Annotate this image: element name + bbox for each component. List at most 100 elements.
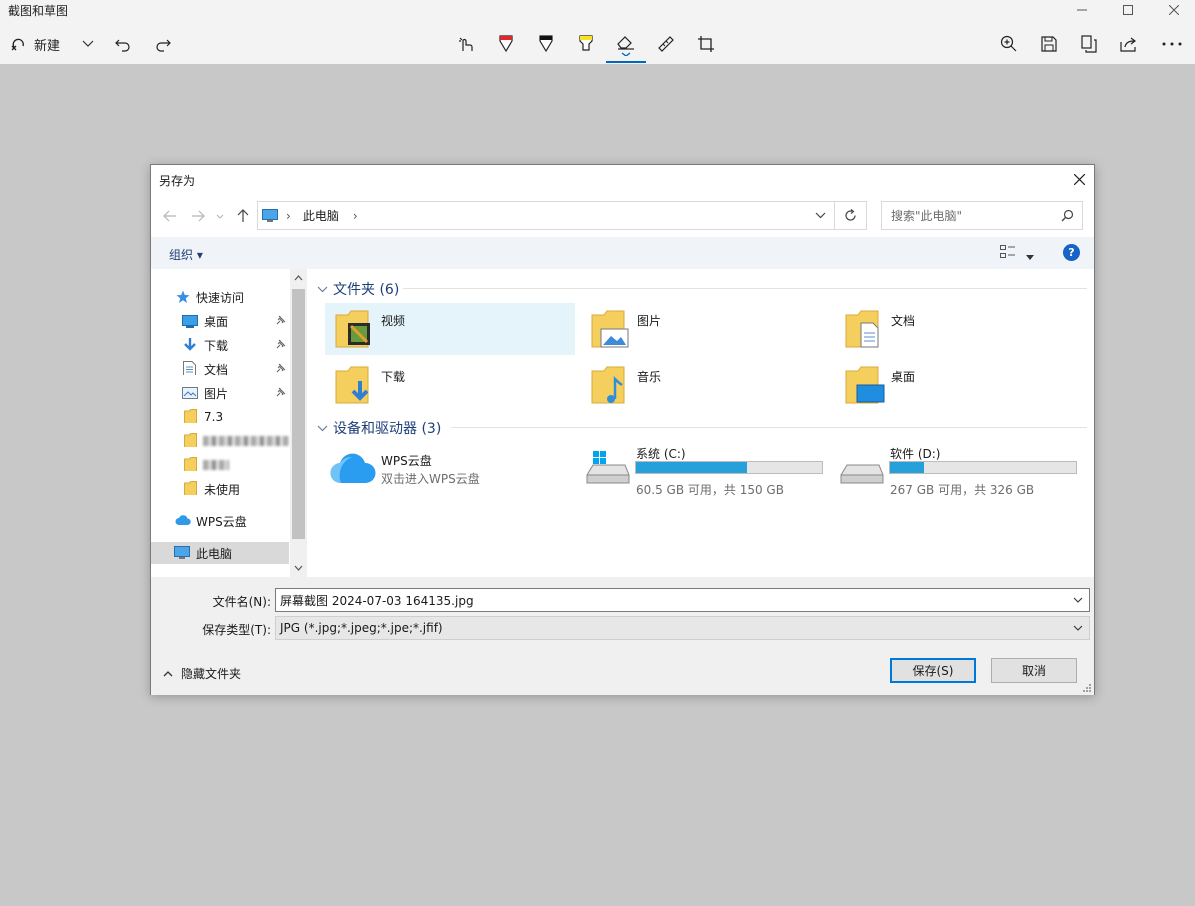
music-folder-icon bbox=[591, 366, 625, 404]
chevron-down-icon bbox=[317, 425, 328, 431]
folder-downloads[interactable]: 下载 bbox=[325, 359, 575, 411]
nav-wps-cloud[interactable]: WPS云盘 bbox=[151, 510, 289, 532]
filename-input[interactable]: 屏幕截图 2024-07-03 164135.jpg bbox=[275, 588, 1090, 612]
share-icon bbox=[1120, 37, 1136, 52]
save-file-button[interactable]: 保存(S) bbox=[890, 658, 976, 683]
folder-videos[interactable]: 视频 bbox=[325, 303, 575, 355]
organize-menu[interactable]: 组织 ▾ bbox=[169, 246, 203, 263]
wps-cloud-subtitle: 双击进入WPS云盘 bbox=[381, 472, 480, 486]
address-history-dropdown[interactable] bbox=[806, 201, 834, 230]
save-button[interactable] bbox=[1039, 30, 1059, 58]
black-pen-icon bbox=[539, 35, 553, 53]
close-icon bbox=[1073, 173, 1085, 185]
chevron-up-icon bbox=[163, 671, 173, 677]
highlighter-icon bbox=[579, 35, 593, 51]
new-options-dropdown[interactable] bbox=[80, 30, 96, 58]
folder-documents[interactable]: 文档 bbox=[835, 303, 1085, 355]
redacted-label bbox=[203, 436, 289, 446]
folder-documents-label: 文档 bbox=[891, 314, 916, 328]
folder-icon bbox=[184, 433, 197, 447]
drive-c-space: 60.5 GB 可用，共 150 GB bbox=[636, 483, 784, 497]
copy-button[interactable] bbox=[1079, 30, 1099, 58]
recent-locations-button[interactable] bbox=[215, 207, 225, 225]
breadcrumb-this-pc[interactable]: 此电脑 bbox=[303, 207, 339, 224]
chevron-down-icon bbox=[216, 214, 224, 219]
app-title: 截图和草图 bbox=[8, 4, 69, 18]
filetype-dropdown[interactable] bbox=[1069, 619, 1087, 637]
highlighter-button[interactable] bbox=[576, 30, 596, 58]
minimize-button[interactable] bbox=[1059, 0, 1105, 20]
undo-icon bbox=[115, 39, 130, 52]
save-footer: 文件名(N): 屏幕截图 2024-07-03 164135.jpg 保存类型(… bbox=[151, 577, 1094, 695]
crop-button[interactable] bbox=[696, 30, 716, 58]
ruler-icon bbox=[658, 36, 674, 52]
filename-dropdown[interactable] bbox=[1069, 591, 1087, 609]
folder-pictures[interactable]: 图片 bbox=[581, 303, 831, 355]
share-button[interactable] bbox=[1119, 30, 1139, 58]
filetype-select[interactable]: JPG (*.jpg;*.jpeg;*.jpe;*.jfif) bbox=[275, 616, 1090, 640]
wps-cloud-drive[interactable]: WPS云盘 双击进入WPS云盘 bbox=[325, 443, 575, 495]
nav-folder-unused[interactable]: 未使用 bbox=[151, 478, 289, 500]
drive-c[interactable]: 系统 (C:) 60.5 GB 可用，共 150 GB bbox=[581, 437, 831, 497]
scrollbar-thumb[interactable] bbox=[292, 289, 305, 539]
ballpoint-pen-button[interactable] bbox=[496, 30, 516, 58]
drive-d[interactable]: 软件 (D:) 267 GB 可用，共 326 GB bbox=[835, 437, 1085, 497]
more-options-button[interactable] bbox=[1160, 30, 1184, 58]
view-options-button[interactable] bbox=[1000, 245, 1016, 262]
redo-icon bbox=[156, 39, 171, 52]
eraser-button[interactable] bbox=[614, 30, 638, 58]
folder-music-label: 音乐 bbox=[637, 370, 662, 384]
address-bar[interactable]: › 此电脑 › bbox=[257, 201, 835, 230]
up-button[interactable] bbox=[234, 207, 252, 225]
help-button[interactable]: ? bbox=[1063, 244, 1080, 261]
forward-button[interactable] bbox=[189, 207, 207, 225]
pictures-folder-icon bbox=[591, 310, 629, 348]
view-details-icon bbox=[1000, 245, 1015, 258]
scroll-down-icon[interactable] bbox=[294, 565, 303, 571]
zoom-button[interactable] bbox=[999, 30, 1019, 58]
close-app-button[interactable] bbox=[1151, 0, 1195, 20]
cancel-button[interactable]: 取消 bbox=[991, 658, 1077, 683]
folders-group-header[interactable]: 文件夹 (6) bbox=[317, 279, 399, 299]
nav-folder-redacted-1[interactable] bbox=[151, 430, 289, 452]
scroll-up-icon[interactable] bbox=[294, 275, 303, 281]
drive-c-name: 系统 (C:) bbox=[636, 447, 686, 461]
touch-writing-icon bbox=[459, 37, 473, 51]
folder-desktop[interactable]: 桌面 bbox=[835, 359, 1085, 411]
star-icon bbox=[176, 290, 190, 303]
download-arrow-icon bbox=[184, 338, 196, 351]
nav-downloads[interactable]: 下载 bbox=[151, 334, 289, 356]
resize-grip-icon[interactable] bbox=[1082, 683, 1092, 693]
folder-videos-label: 视频 bbox=[381, 314, 406, 328]
redacted-label bbox=[203, 460, 229, 470]
back-button[interactable] bbox=[161, 207, 179, 225]
nav-documents[interactable]: 文档 bbox=[151, 358, 289, 380]
view-options-dropdown[interactable] bbox=[1026, 249, 1034, 263]
refresh-button[interactable] bbox=[835, 201, 867, 230]
search-input[interactable]: 搜索"此电脑" bbox=[881, 201, 1083, 230]
filename-label: 文件名(N): bbox=[212, 595, 271, 609]
drives-group-header[interactable]: 设备和驱动器 (3) bbox=[317, 418, 441, 438]
video-folder-icon bbox=[335, 310, 370, 348]
redo-button[interactable] bbox=[154, 30, 172, 58]
pencil-button[interactable] bbox=[536, 30, 556, 58]
hide-folders-toggle[interactable]: 隐藏文件夹 bbox=[163, 665, 241, 682]
dialog-close-button[interactable] bbox=[1064, 165, 1094, 193]
chevron-down-icon bbox=[1073, 597, 1083, 603]
nav-folder-7-3[interactable]: 7.3 bbox=[151, 406, 289, 428]
save-icon bbox=[1041, 36, 1057, 52]
folder-music[interactable]: 音乐 bbox=[581, 359, 831, 411]
touch-writing-button[interactable] bbox=[456, 30, 476, 58]
ruler-button[interactable] bbox=[656, 30, 676, 58]
nav-this-pc[interactable]: 此电脑 bbox=[151, 542, 289, 564]
maximize-button[interactable] bbox=[1105, 0, 1151, 20]
nav-quick-access-label: 快速访问 bbox=[196, 290, 245, 305]
nav-desktop[interactable]: 桌面 bbox=[151, 310, 289, 332]
nav-quick-access[interactable]: 快速访问 bbox=[151, 286, 289, 308]
navigation-scrollbar[interactable] bbox=[290, 269, 307, 577]
nav-pictures[interactable]: 图片 bbox=[151, 382, 289, 404]
navigation-pane: 快速访问 桌面 下载 文档 图片 7.3 未使用 WPS云盘 此电脑 bbox=[151, 269, 290, 577]
nav-folder-redacted-2[interactable] bbox=[151, 454, 289, 476]
new-snip-button[interactable]: 新建 bbox=[10, 30, 60, 58]
undo-button[interactable] bbox=[114, 30, 132, 58]
